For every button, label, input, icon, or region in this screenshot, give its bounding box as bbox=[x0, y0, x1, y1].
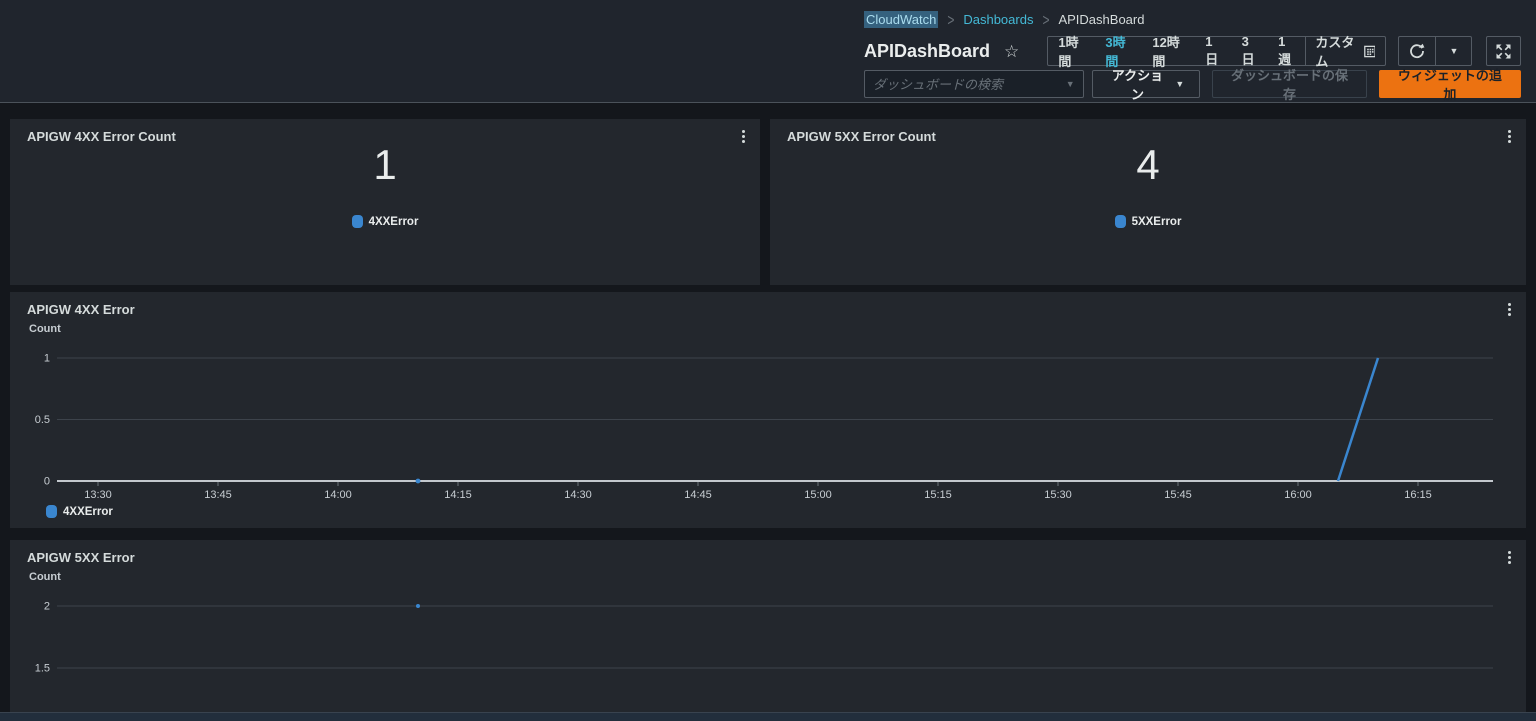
time-range-1d[interactable]: 1日 bbox=[1195, 37, 1231, 65]
fullscreen-expand-icon bbox=[1496, 44, 1511, 59]
legend-color-swatch bbox=[46, 505, 57, 518]
time-range-1h[interactable]: 1時間 bbox=[1048, 37, 1095, 65]
refresh-options-button[interactable]: ▼ bbox=[1435, 37, 1471, 65]
dashboard-search-combobox: ▼ bbox=[864, 70, 1084, 98]
legend-label: 4XXError bbox=[369, 216, 419, 228]
svg-text:13:30: 13:30 bbox=[84, 489, 112, 501]
svg-text:0: 0 bbox=[44, 476, 50, 488]
console-header: CloudWatch > Dashboards > APIDashBoard A… bbox=[0, 0, 1536, 103]
save-dashboard-button[interactable]: ダッシュボードの保存 bbox=[1212, 70, 1367, 98]
fullscreen-button-group bbox=[1486, 36, 1521, 66]
chevron-right-icon: > bbox=[1042, 10, 1049, 30]
actions-dropdown-button[interactable]: アクション ▼ bbox=[1092, 70, 1201, 98]
legend-color-swatch bbox=[1115, 215, 1126, 228]
legend-color-swatch bbox=[352, 215, 363, 228]
svg-text:1: 1 bbox=[44, 353, 50, 365]
svg-text:15:45: 15:45 bbox=[1164, 489, 1192, 501]
svg-text:15:00: 15:00 bbox=[804, 489, 832, 501]
svg-text:14:45: 14:45 bbox=[684, 489, 712, 501]
svg-text:16:00: 16:00 bbox=[1284, 489, 1312, 501]
add-widget-label: ウィジェットの追加 bbox=[1395, 65, 1505, 103]
chevron-down-icon: ▼ bbox=[1449, 46, 1458, 56]
time-range-group: 1時間 3時間 12時間 1日 3日 1週 カスタム bbox=[1047, 36, 1386, 66]
widget-4xx-error-count: APIGW 4XX Error Count 1 4XXError bbox=[10, 119, 760, 285]
widget-5xx-error-chart: APIGW 5XX Error Count 21.5 bbox=[10, 540, 1526, 712]
dashboard-search-input[interactable] bbox=[873, 77, 1066, 92]
svg-text:13:45: 13:45 bbox=[204, 489, 232, 501]
page-title: APIDashBoard bbox=[864, 41, 990, 62]
metric-value: 1 bbox=[10, 141, 760, 189]
svg-text:2: 2 bbox=[44, 601, 50, 613]
time-range-1w[interactable]: 1週 bbox=[1268, 37, 1304, 65]
legend-label: 5XXError bbox=[1132, 216, 1182, 228]
breadcrumb-current-page: APIDashBoard bbox=[1058, 12, 1144, 27]
svg-text:15:15: 15:15 bbox=[924, 489, 952, 501]
refresh-split-button: ▼ bbox=[1398, 36, 1472, 66]
svg-text:16:15: 16:15 bbox=[1404, 489, 1432, 501]
fullscreen-button[interactable] bbox=[1487, 37, 1520, 65]
dark-mode-moon-icon[interactable] bbox=[1033, 43, 1047, 59]
refresh-icon bbox=[1409, 43, 1425, 59]
svg-text:14:00: 14:00 bbox=[324, 489, 352, 501]
custom-time-range-button[interactable]: カスタム bbox=[1305, 37, 1385, 65]
favorite-star-icon[interactable]: ☆ bbox=[1004, 43, 1019, 60]
refresh-button[interactable] bbox=[1399, 37, 1435, 65]
legend: 5XXError bbox=[770, 215, 1526, 228]
svg-text:14:15: 14:15 bbox=[444, 489, 472, 501]
svg-text:14:30: 14:30 bbox=[564, 489, 592, 501]
time-range-3d[interactable]: 3日 bbox=[1232, 37, 1268, 65]
line-chart-4xx[interactable]: 1 0.5 0 13:30 13:45 14:00 14:15 14:30 14:45 15:00… bbox=[10, 292, 1526, 528]
chevron-right-icon: > bbox=[947, 10, 954, 30]
calendar-icon bbox=[1364, 44, 1376, 59]
time-range-3h[interactable]: 3時間 bbox=[1095, 37, 1142, 65]
line-chart-5xx[interactable]: 21.5 bbox=[10, 540, 1526, 712]
breadcrumb: CloudWatch > Dashboards > APIDashBoard bbox=[864, 11, 1144, 28]
breadcrumb-cloudwatch[interactable]: CloudWatch bbox=[864, 11, 938, 28]
add-widget-button[interactable]: ウィジェットの追加 bbox=[1379, 70, 1521, 98]
widget-5xx-error-count: APIGW 5XX Error Count 4 5XXError bbox=[770, 119, 1526, 285]
metric-value: 4 bbox=[770, 141, 1526, 189]
legend-label: 4XXError bbox=[63, 506, 113, 518]
breadcrumb-dashboards[interactable]: Dashboards bbox=[963, 12, 1033, 27]
legend: 4XXError bbox=[10, 215, 760, 228]
chevron-down-icon: ▼ bbox=[1066, 79, 1075, 89]
save-label: ダッシュボードの保存 bbox=[1228, 65, 1351, 103]
svg-text:1.5: 1.5 bbox=[35, 663, 50, 675]
svg-text:15:30: 15:30 bbox=[1044, 489, 1072, 501]
time-range-12h[interactable]: 12時間 bbox=[1142, 37, 1195, 65]
svg-text:0.5: 0.5 bbox=[35, 414, 50, 426]
bottom-strip bbox=[0, 712, 1536, 721]
chevron-down-icon: ▼ bbox=[1175, 79, 1184, 89]
legend: 4XXError bbox=[46, 505, 113, 518]
actions-label: アクション bbox=[1108, 65, 1168, 103]
widget-4xx-error-chart: APIGW 4XX Error Count 10.5013:3013:4514:… bbox=[10, 292, 1526, 528]
